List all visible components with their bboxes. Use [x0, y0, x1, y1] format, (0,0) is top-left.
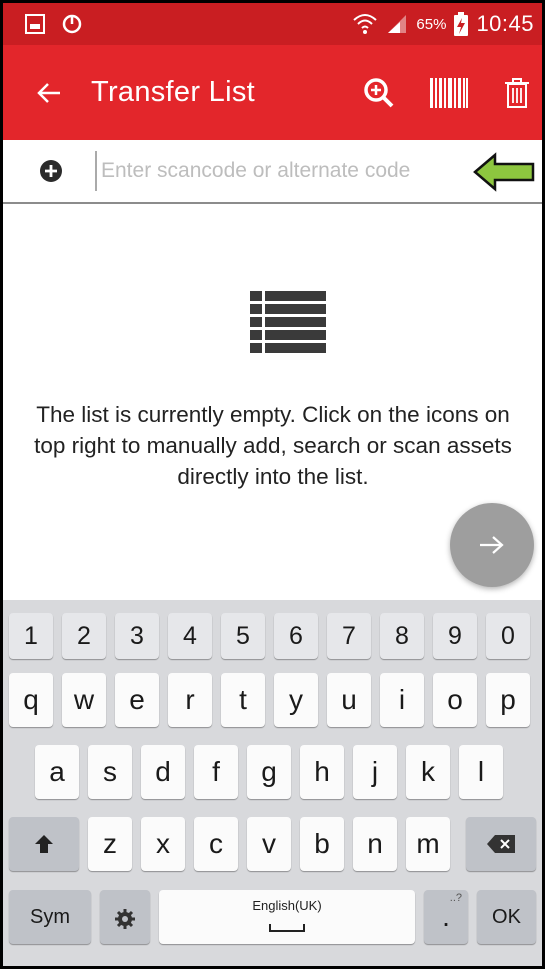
scan-input-row	[3, 140, 542, 204]
trash-icon	[505, 77, 529, 108]
list-icon	[250, 291, 326, 353]
key-t[interactable]: t	[221, 673, 265, 727]
key-a[interactable]: a	[35, 745, 79, 799]
key-c[interactable]: c	[194, 817, 238, 871]
page-title: Transfer List	[91, 76, 255, 108]
key-6[interactable]: 6	[274, 613, 318, 659]
delete-button[interactable]	[492, 68, 542, 118]
key-z[interactable]: z	[88, 817, 132, 871]
key-q[interactable]: q	[9, 673, 53, 727]
space-icon	[269, 924, 305, 932]
key-d[interactable]: d	[141, 745, 185, 799]
period-key[interactable]: ..? .	[424, 890, 468, 944]
backspace-key[interactable]	[466, 817, 536, 871]
scancode-input[interactable]	[95, 151, 475, 191]
back-button[interactable]	[29, 73, 69, 113]
key-9[interactable]: 9	[433, 613, 477, 659]
search-add-icon	[364, 77, 394, 107]
backspace-icon	[487, 835, 515, 853]
key-m[interactable]: m	[406, 817, 450, 871]
clock: 10:45	[476, 11, 534, 36]
key-8[interactable]: 8	[380, 613, 424, 659]
next-fab-button[interactable]	[450, 503, 534, 587]
keyboard-language-label: English(UK)	[252, 898, 322, 913]
key-5[interactable]: 5	[221, 613, 265, 659]
key-7[interactable]: 7	[327, 613, 371, 659]
key-v[interactable]: v	[247, 817, 291, 871]
battery-charging-icon	[454, 12, 469, 36]
key-l[interactable]: l	[459, 745, 503, 799]
key-u[interactable]: u	[327, 673, 371, 727]
key-h[interactable]: h	[300, 745, 344, 799]
key-4[interactable]: 4	[168, 613, 212, 659]
empty-state-message: The list is currently empty. Click on th…	[34, 402, 512, 489]
gear-icon	[115, 909, 135, 929]
ok-key[interactable]: OK	[477, 890, 536, 944]
key-y[interactable]: y	[274, 673, 318, 727]
app-bar: Transfer List	[3, 45, 542, 140]
spacebar-key[interactable]: English(UK)	[159, 890, 415, 944]
key-w[interactable]: w	[62, 673, 106, 727]
key-p[interactable]: p	[486, 673, 530, 727]
key-j[interactable]: j	[353, 745, 397, 799]
key-0[interactable]: 0	[486, 613, 530, 659]
key-3[interactable]: 3	[115, 613, 159, 659]
image-notification-icon	[25, 14, 45, 34]
shift-arrow-icon	[35, 835, 53, 853]
key-e[interactable]: e	[115, 673, 159, 727]
plus-circle-icon[interactable]	[39, 159, 63, 183]
key-f[interactable]: f	[194, 745, 238, 799]
signal-icon	[386, 13, 408, 35]
battery-percent: 65%	[416, 15, 447, 33]
period-key-label: .	[442, 901, 450, 932]
key-2[interactable]: 2	[62, 613, 106, 659]
phone-screen: 65% 10:45 Transfer List Enter scancode o…	[0, 0, 545, 969]
key-k[interactable]: k	[406, 745, 450, 799]
arrow-right-icon	[480, 536, 504, 554]
key-b[interactable]: b	[300, 817, 344, 871]
key-s[interactable]: s	[88, 745, 132, 799]
status-bar: 65% 10:45	[3, 3, 542, 45]
key-i[interactable]: i	[380, 673, 424, 727]
period-key-sup: ..?	[449, 892, 462, 904]
key-x[interactable]: x	[141, 817, 185, 871]
sym-key[interactable]: Sym	[9, 890, 91, 944]
shift-key[interactable]	[9, 817, 79, 871]
key-g[interactable]: g	[247, 745, 291, 799]
green-arrow-left-icon	[473, 152, 535, 192]
key-1[interactable]: 1	[9, 613, 53, 659]
search-add-button[interactable]	[354, 68, 404, 118]
wifi-icon	[352, 12, 378, 36]
key-r[interactable]: r	[168, 673, 212, 727]
sync-icon	[61, 13, 83, 35]
arrow-left-icon	[37, 82, 60, 103]
settings-key[interactable]	[100, 890, 150, 944]
barcode-scan-icon	[430, 77, 468, 108]
key-n[interactable]: n	[353, 817, 397, 871]
barcode-scan-button[interactable]	[424, 68, 474, 118]
soft-keyboard: 1 2 3 4 5 6 7 8 9 0 q w e r t y u i o p …	[3, 600, 542, 966]
key-o[interactable]: o	[433, 673, 477, 727]
